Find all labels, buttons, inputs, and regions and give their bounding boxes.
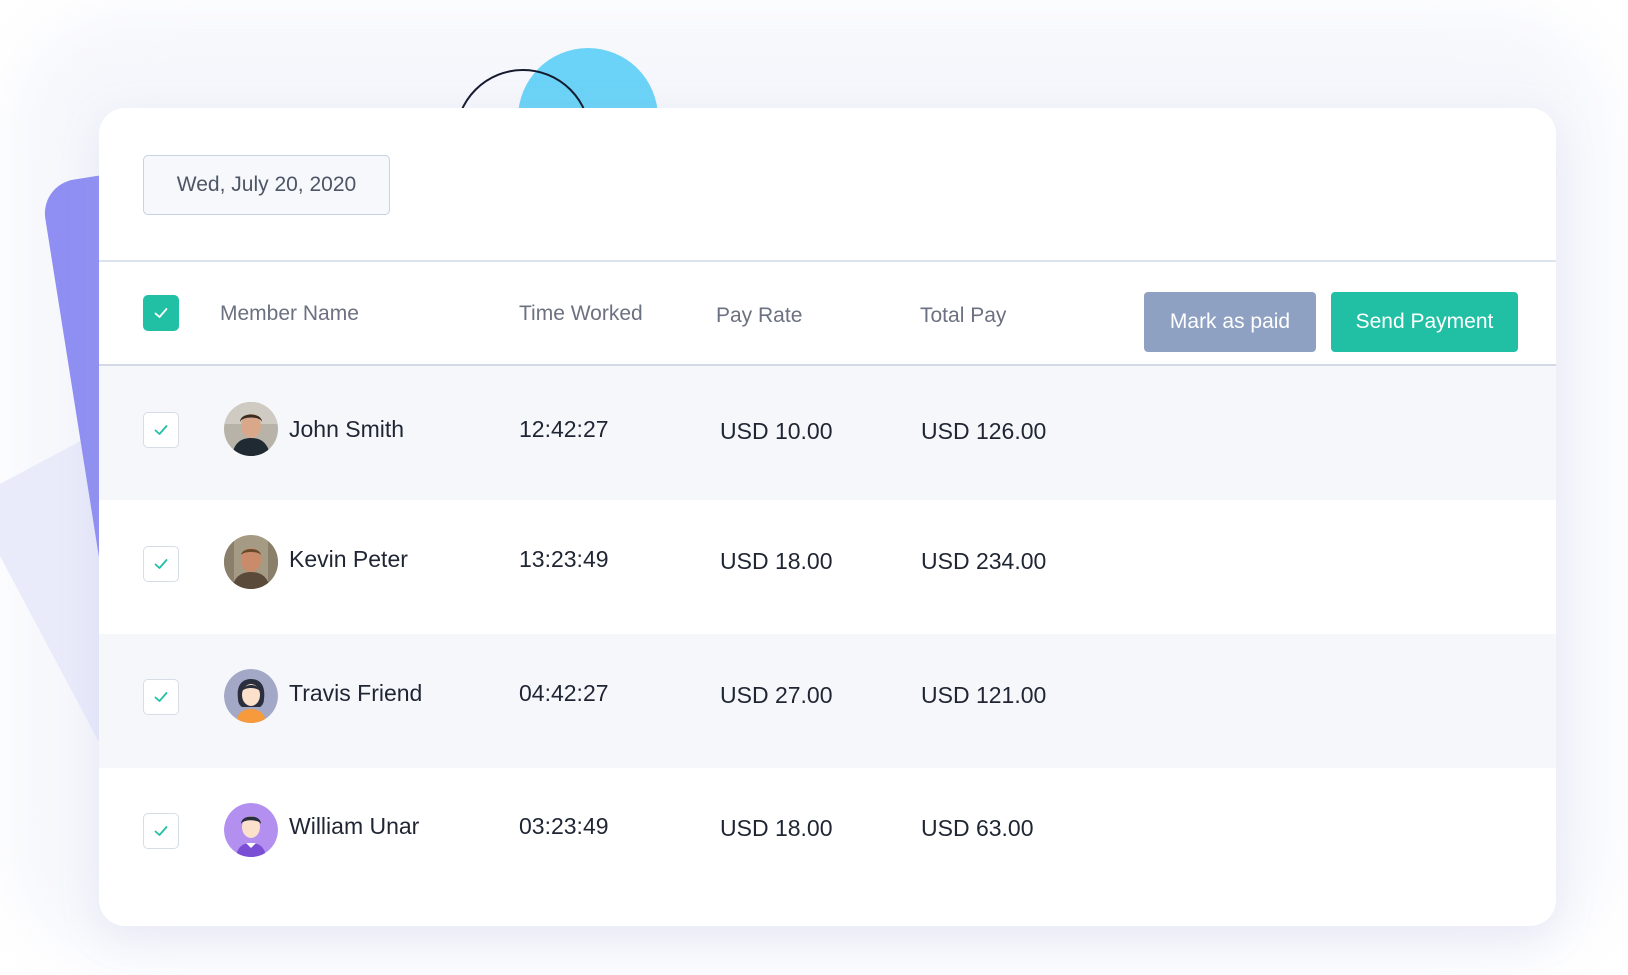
pay-rate: USD 18.00 (720, 548, 833, 574)
select-all-checkbox[interactable] (143, 295, 179, 331)
female-avatar-icon (224, 669, 278, 723)
time-worked: 04:42:27 (519, 680, 609, 706)
check-icon (154, 826, 168, 836)
time-worked: 12:42:27 (519, 416, 609, 442)
total-pay: USD 126.00 (921, 418, 1047, 444)
member-name: Kevin Peter (289, 546, 408, 572)
row-checkbox[interactable] (143, 546, 179, 582)
send-payment-button[interactable]: Send Payment (1331, 292, 1518, 352)
date-picker[interactable]: Wed, July 20, 2020 (143, 155, 390, 215)
pay-rate: USD 27.00 (720, 682, 833, 708)
total-pay: USD 234.00 (921, 548, 1047, 574)
row-checkbox[interactable] (143, 679, 179, 715)
row-checkbox[interactable] (143, 813, 179, 849)
total-pay: USD 63.00 (921, 815, 1034, 841)
check-icon (154, 692, 168, 702)
avatar (224, 402, 278, 456)
row-checkbox[interactable] (143, 412, 179, 448)
column-header-total-pay: Total Pay (920, 304, 1007, 327)
check-icon (154, 559, 168, 569)
column-header-member-name: Member Name (220, 302, 359, 325)
member-name: John Smith (289, 416, 405, 442)
check-icon (154, 308, 168, 318)
column-header-pay-rate: Pay Rate (716, 304, 803, 327)
male-avatar-icon (224, 803, 278, 857)
time-worked: 13:23:49 (519, 546, 609, 572)
payroll-card: Wed, July 20, 2020 Member Name Time Work… (99, 108, 1556, 926)
table-header: Member Name Time Worked Pay Rate Total P… (99, 262, 1556, 364)
total-pay: USD 121.00 (921, 682, 1047, 708)
member-name: William Unar (289, 813, 420, 839)
table-row[interactable]: Kevin Peter 13:23:49 USD 18.00 USD 234.0… (99, 500, 1556, 634)
table-row[interactable]: John Smith 12:42:27 USD 10.00 USD 126.00 (99, 366, 1556, 500)
member-name: Travis Friend (289, 680, 423, 706)
time-worked: 03:23:49 (519, 813, 609, 839)
pay-rate: USD 10.00 (720, 418, 833, 444)
column-header-time-worked: Time Worked (519, 302, 643, 325)
table-row[interactable]: Travis Friend 04:42:27 USD 27.00 USD 121… (99, 634, 1556, 768)
check-icon (154, 425, 168, 435)
table-row[interactable]: William Unar 03:23:49 USD 18.00 USD 63.0… (99, 768, 1556, 902)
pay-rate: USD 18.00 (720, 815, 833, 841)
mark-as-paid-button[interactable]: Mark as paid (1144, 292, 1316, 352)
avatar (224, 535, 278, 589)
